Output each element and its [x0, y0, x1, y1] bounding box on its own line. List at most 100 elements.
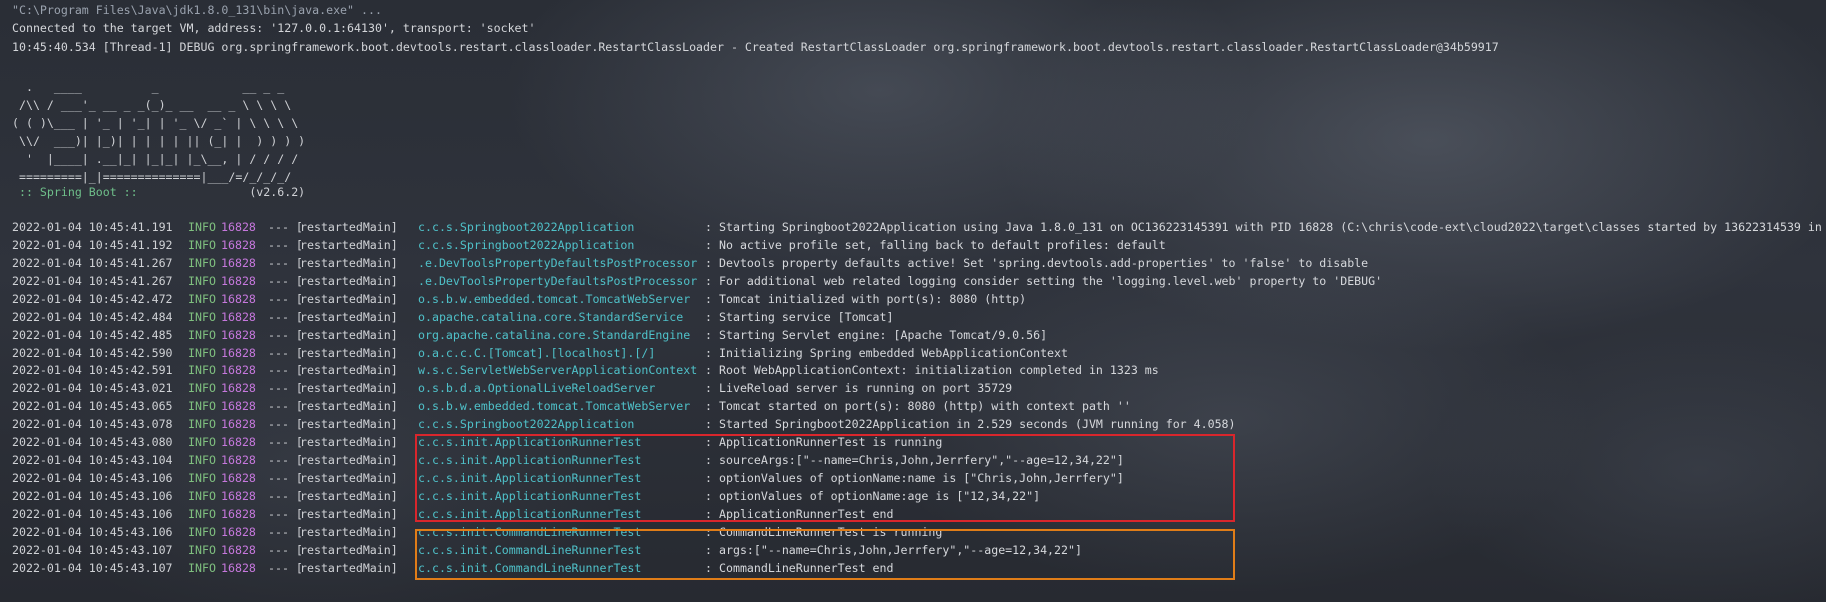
log-level: INFO — [188, 435, 216, 450]
log-row: 2022-01-04 10:45:42.590 INFO 16828 --- [res… — [12, 344, 1826, 362]
log-thread: restartedMain] — [300, 506, 398, 521]
spring-boot-version: (v2.6.2) — [144, 185, 306, 199]
log-pid: 16828 — [221, 435, 256, 450]
log-row: 2022-01-04 10:45:41.192 INFO 16828 --- [res… — [12, 236, 1826, 254]
log-separator: --- [ — [268, 381, 303, 396]
log-pid: 16828 — [221, 488, 256, 503]
log-colon: : — [705, 381, 712, 396]
log-separator: --- [ — [268, 453, 303, 468]
log-thread: restartedMain] — [300, 453, 398, 468]
log-pid: 16828 — [221, 255, 256, 270]
log-level: INFO — [188, 560, 216, 575]
log-separator: --- [ — [268, 327, 303, 342]
log-colon: : — [705, 237, 712, 252]
log-separator: --- [ — [268, 273, 303, 288]
log-pid: 16828 — [221, 506, 256, 521]
log-timestamp: 2022-01-04 10:45:42.485 — [12, 327, 173, 342]
log-pid: 16828 — [221, 453, 256, 468]
log-pid: 16828 — [221, 220, 256, 234]
log-pid: 16828 — [221, 399, 256, 414]
spring-boot-label: :: Spring Boot :: — [12, 185, 145, 199]
log-logger: .e.DevToolsPropertyDefaultsPostProcessor — [418, 273, 698, 288]
console-output[interactable]: "C:\Program Files\Java\jdk1.8.0_131\bin\… — [0, 0, 1826, 602]
log-timestamp: 2022-01-04 10:45:42.472 — [12, 291, 173, 306]
log-timestamp: 2022-01-04 10:45:42.591 — [12, 363, 173, 378]
log-thread: restartedMain] — [300, 220, 398, 234]
log-separator: --- [ — [268, 524, 303, 539]
log-row: 2022-01-04 10:45:41.191 INFO 16828 --- [res… — [12, 218, 1826, 236]
log-separator: --- [ — [268, 255, 303, 270]
log-colon: : — [705, 327, 712, 342]
log-separator: --- [ — [268, 363, 303, 378]
log-level: INFO — [188, 524, 216, 539]
spring-banner-line: ' |____| .__|_| |_|_| |_\__, | / / / / — [12, 152, 299, 166]
log-message: LiveReload server is running on port 357… — [719, 381, 1013, 396]
log-level: INFO — [188, 542, 216, 557]
log-level: INFO — [188, 417, 216, 432]
log-pid: 16828 — [221, 560, 256, 575]
log-pid: 16828 — [221, 417, 256, 432]
log-pid: 16828 — [221, 542, 256, 557]
log-logger: org.apache.catalina.core.StandardEngine — [418, 327, 691, 342]
log-separator: --- [ — [268, 291, 303, 306]
log-pid: 16828 — [221, 363, 256, 378]
log-logger: w.s.c.ServletWebServerApplicationContext — [418, 363, 698, 378]
log-row: 2022-01-04 10:45:42.591 INFO 16828 --- [res… — [12, 361, 1826, 379]
log-separator: --- [ — [268, 542, 303, 557]
log-row: 2022-01-04 10:45:42.485 INFO 16828 --- [res… — [12, 326, 1826, 344]
log-message: Tomcat initialized with port(s): 8080 (h… — [719, 291, 1027, 306]
log-thread: restartedMain] — [300, 291, 398, 306]
log-row: 2022-01-04 10:45:42.472 INFO 16828 --- [res… — [12, 290, 1826, 308]
spring-banner-line: . ____ _ __ _ _ — [12, 80, 285, 94]
log-thread: restartedMain] — [300, 273, 398, 288]
log-row: 2022-01-04 10:45:41.267 INFO 16828 --- [res… — [12, 272, 1826, 290]
log-thread: restartedMain] — [300, 417, 398, 432]
log-separator: --- [ — [268, 417, 303, 432]
log-pid: 16828 — [221, 273, 256, 288]
log-thread: restartedMain] — [300, 237, 398, 252]
log-separator: --- [ — [268, 399, 303, 414]
application-runner-highlight-box — [415, 434, 1235, 522]
log-timestamp: 2022-01-04 10:45:43.080 — [12, 435, 173, 450]
log-thread: restartedMain] — [300, 471, 398, 486]
log-pid: 16828 — [221, 309, 256, 324]
log-separator: --- [ — [268, 309, 303, 324]
log-pid: 16828 — [221, 291, 256, 306]
log-timestamp: 2022-01-04 10:45:42.484 — [12, 309, 173, 324]
log-level: INFO — [188, 327, 216, 342]
spring-boot-version-line: :: Spring Boot :: (v2.6.2) — [12, 183, 305, 201]
log-timestamp: 2022-01-04 10:45:42.590 — [12, 345, 173, 360]
log-message: Starting service [Tomcat] — [719, 309, 894, 324]
log-colon: : — [705, 255, 712, 270]
log-timestamp: 2022-01-04 10:45:43.107 — [12, 542, 173, 557]
log-row: 2022-01-04 10:45:42.484 INFO 16828 --- [res… — [12, 308, 1826, 326]
log-colon: : — [705, 345, 712, 360]
spring-banner-line: ( ( )\___ | '_ | '_| | '_ \/ _` | \ \ \ … — [12, 116, 299, 130]
spring-banner-line: \\/ ___)| |_)| | | | | || (_| | ) ) ) ) — [12, 134, 306, 148]
log-row: 2022-01-04 10:45:43.065 INFO 16828 --- [res… — [12, 397, 1826, 415]
log-colon: : — [705, 291, 712, 306]
java-exe-command-line: "C:\Program Files\Java\jdk1.8.0_131\bin\… — [12, 3, 382, 17]
log-level: INFO — [188, 309, 216, 324]
log-timestamp: 2022-01-04 10:45:41.192 — [12, 237, 173, 252]
log-logger: o.s.b.w.embedded.tomcat.TomcatWebServer — [418, 291, 691, 306]
log-separator: --- [ — [268, 435, 303, 450]
log-level: INFO — [188, 363, 216, 378]
log-timestamp: 2022-01-04 10:45:43.078 — [12, 417, 173, 432]
log-message: Tomcat started on port(s): 8080 (http) w… — [719, 399, 1131, 414]
log-logger: o.apache.catalina.core.StandardService — [418, 309, 684, 324]
spring-banner-line: /\\ / ___'_ __ _ _(_)_ __ __ _ \ \ \ \ — [12, 98, 292, 112]
log-separator: --- [ — [268, 488, 303, 503]
vm-connection-line: Connected to the target VM, address: '12… — [12, 21, 536, 35]
restart-classloader-debug-line: 10:45:40.534 [Thread-1] DEBUG org.spring… — [12, 40, 1499, 54]
log-thread: restartedMain] — [300, 327, 398, 342]
log-message: Initializing Spring embedded WebApplicat… — [719, 345, 1069, 360]
log-timestamp: 2022-01-04 10:45:43.104 — [12, 453, 173, 468]
log-level: INFO — [188, 488, 216, 503]
log-message: Starting Servlet engine: [Apache Tomcat/… — [719, 327, 1048, 342]
log-level: INFO — [188, 399, 216, 414]
log-separator: --- [ — [268, 560, 303, 575]
log-separator: --- [ — [268, 471, 303, 486]
log-timestamp: 2022-01-04 10:45:43.065 — [12, 399, 173, 414]
log-level: INFO — [188, 273, 216, 288]
